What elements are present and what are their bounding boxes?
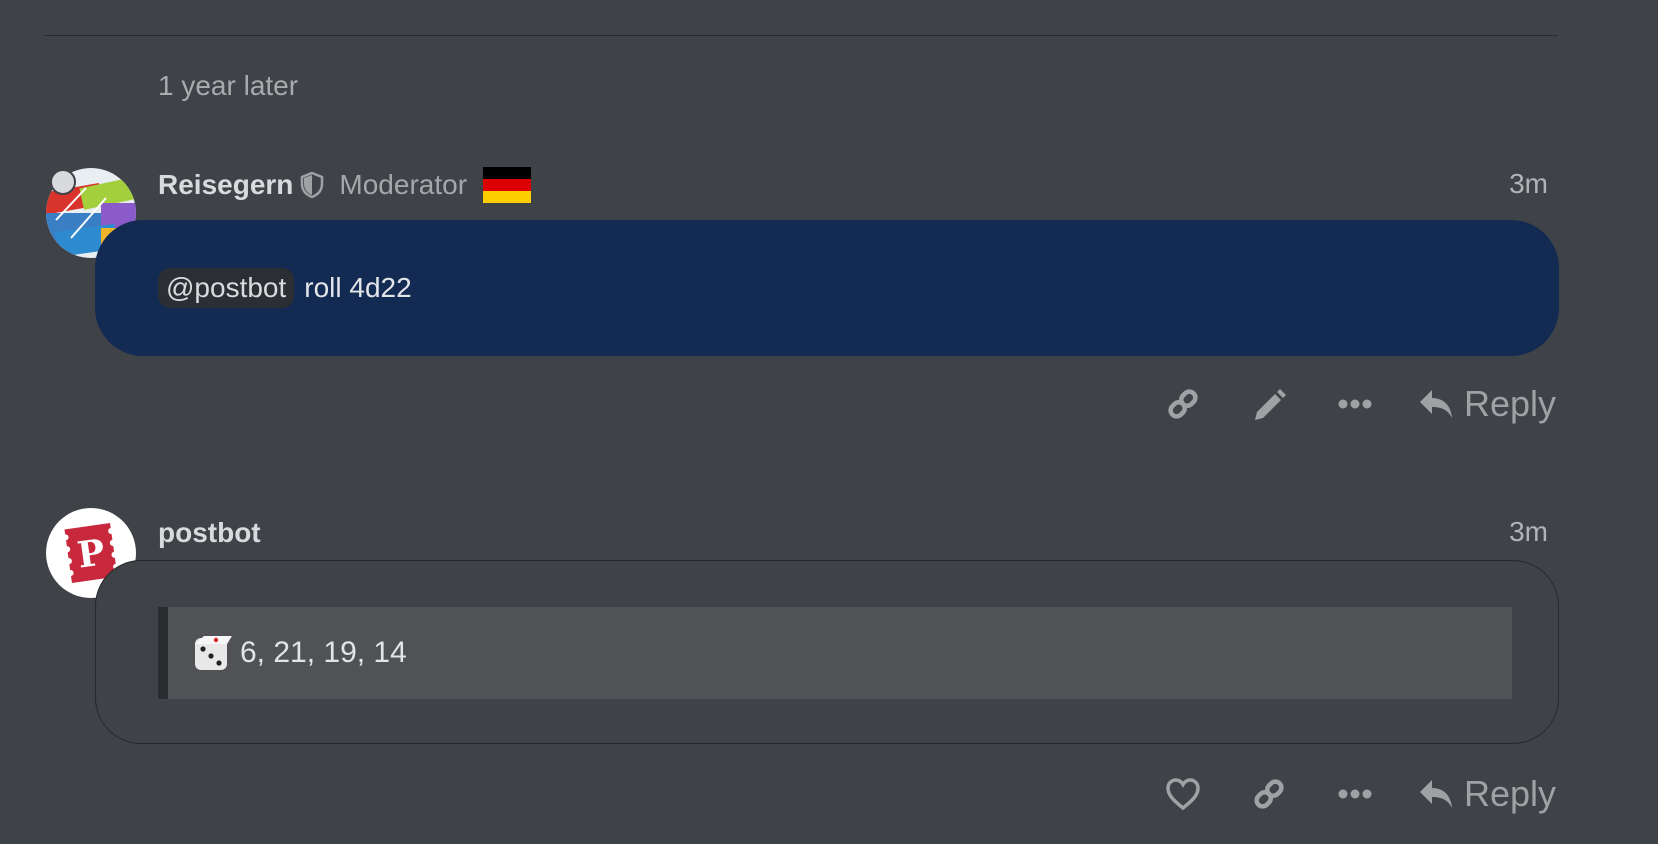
more-actions-button[interactable]	[1312, 764, 1398, 824]
post-body: 6, 21, 19, 14	[95, 560, 1559, 744]
reply-label: Reply	[1463, 773, 1556, 814]
link-icon	[1168, 389, 1198, 419]
pencil-icon	[1254, 389, 1286, 420]
post-text: @postbot roll 4d22	[158, 268, 412, 308]
topic-page: 1 year later Reisegern Moderator 3m @pos…	[0, 0, 1658, 844]
reply-arrow-icon	[1419, 390, 1452, 418]
more-actions-button[interactable]	[1312, 374, 1398, 434]
germany-flag-icon	[483, 167, 532, 203]
mention-link[interactable]: @postbot	[158, 268, 295, 308]
post-date[interactable]: 3m	[1509, 168, 1548, 200]
post-date[interactable]: 3m	[1509, 516, 1548, 548]
post-divider	[44, 35, 1558, 36]
copy-link-button[interactable]	[1226, 764, 1312, 824]
status-indicator	[50, 169, 76, 195]
ellipsis-icon	[1338, 789, 1372, 799]
like-button[interactable]	[1140, 764, 1226, 824]
link-icon	[1254, 779, 1284, 809]
reply-button[interactable]: Reply	[1398, 764, 1556, 824]
edit-button[interactable]	[1226, 374, 1312, 434]
reply-label: Reply	[1463, 383, 1556, 424]
user-title: Moderator	[339, 169, 468, 200]
blockquote: 6, 21, 19, 14	[158, 607, 1512, 699]
heart-icon	[1166, 778, 1200, 811]
shield-icon	[299, 171, 325, 199]
post-actions: Reply	[1140, 374, 1556, 434]
username[interactable]: postbot	[158, 517, 261, 549]
reply-arrow-icon	[1419, 780, 1452, 808]
username[interactable]: Reisegern	[158, 169, 293, 201]
reply-button[interactable]: Reply	[1398, 374, 1556, 434]
post-actions: Reply	[1140, 764, 1556, 824]
post-header: postbot 3m	[158, 508, 1548, 558]
post-header: Reisegern Moderator 3m	[158, 160, 1548, 210]
dice-icon	[192, 633, 232, 673]
dice-result: 6, 21, 19, 14	[240, 636, 407, 669]
time-gap-label: 1 year later	[158, 70, 299, 101]
ellipsis-icon	[1338, 399, 1372, 409]
post-message: roll 4d22	[304, 272, 412, 303]
avatar-letter: P	[75, 531, 108, 576]
copy-link-button[interactable]	[1140, 374, 1226, 434]
post-body: @postbot roll 4d22	[95, 220, 1559, 356]
